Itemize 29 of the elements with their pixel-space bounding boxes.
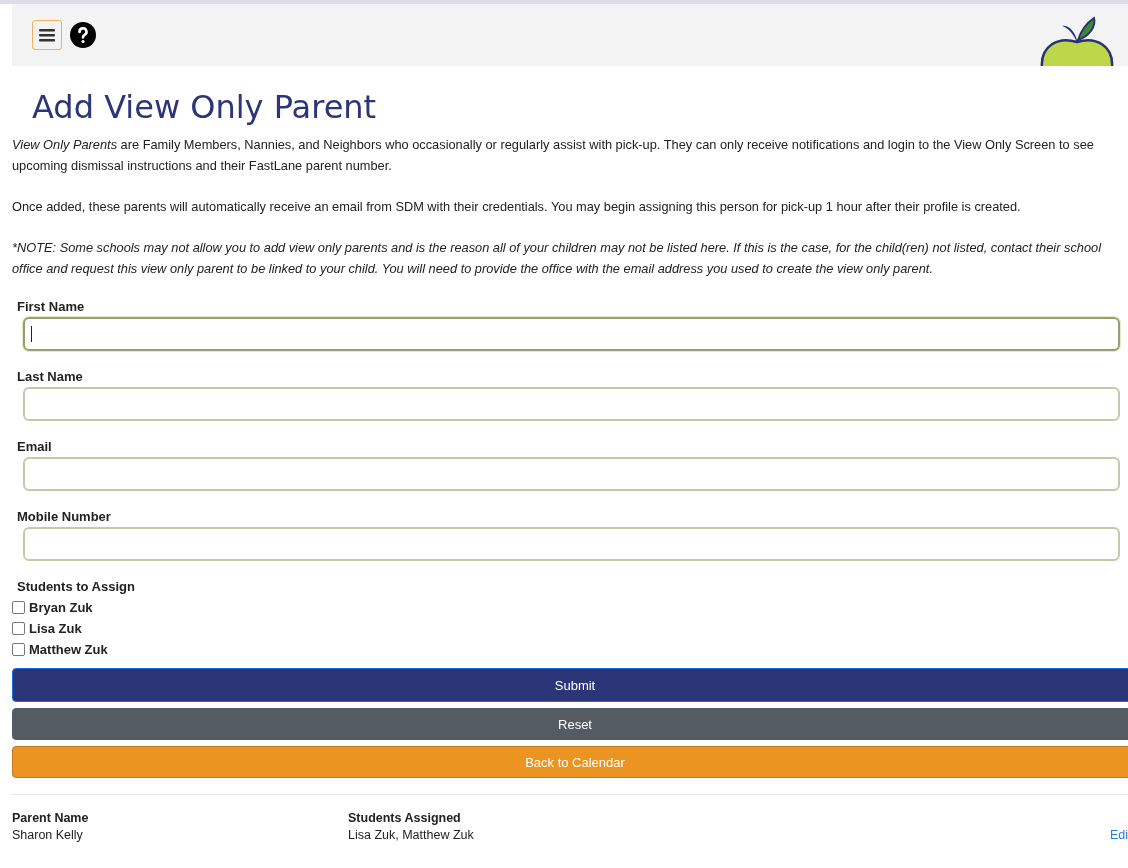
column-header: Parent Name <box>12 811 90 825</box>
intro-text: View Only Parents are Family Members, Nannies, and Neighbors who occasionally or regularly assist with pick-up. They can only receive notifications and login to the View Only Screen to see upcoming dismissal instructions and their FastLane parent number. <box>12 136 1095 175</box>
submit-button[interactable]: Submit <box>12 668 1128 702</box>
intro-text: Once added, these parents will automatically receive an email from SDM with their credentials. You may begin assigning this person for pick-up 1 hour after their profile is created. <box>12 198 1022 216</box>
reset-button[interactable]: Reset <box>12 708 1128 740</box>
checkbox[interactable] <box>12 601 25 614</box>
student-name: Lisa Zuk <box>29 621 82 636</box>
field-label: First Name <box>17 299 86 314</box>
field-label: Email <box>17 439 53 454</box>
menu-button[interactable] <box>32 20 62 50</box>
column-header: Students Assigned <box>348 811 462 825</box>
checkbox[interactable] <box>12 622 25 635</box>
note-text: *NOTE: Some schools may not allow you to add view only parents and is the reason all of your children may not be listed here. If this is the case, for the child(ren) not listed, contact their school office and request this view only parent to be linked to your child. You will need to provide the office with the email address you used to create the view only parent. <box>12 239 1103 278</box>
field-label: Mobile Number <box>17 509 112 524</box>
checkbox[interactable] <box>12 643 25 656</box>
text-field[interactable] <box>23 317 1120 351</box>
table-cell-text: Lisa Zuk, Matthew Zuk <box>348 828 475 842</box>
menu-icon <box>39 28 55 42</box>
student-name: Bryan Zuk <box>29 600 93 615</box>
text-field[interactable] <box>23 527 1120 561</box>
text-field[interactable] <box>23 387 1120 421</box>
field-label: Last Name <box>17 369 84 384</box>
student-name: Matthew Zuk <box>29 642 108 657</box>
page-title: Add View Only Parent <box>32 88 378 126</box>
table-cell-text: Sharon Kelly <box>12 828 84 842</box>
field-label: Students to Assign <box>17 579 136 594</box>
help-icon[interactable] <box>70 22 96 48</box>
text-field[interactable] <box>23 457 1120 491</box>
edit-link[interactable]: Edi <box>1109 828 1128 842</box>
